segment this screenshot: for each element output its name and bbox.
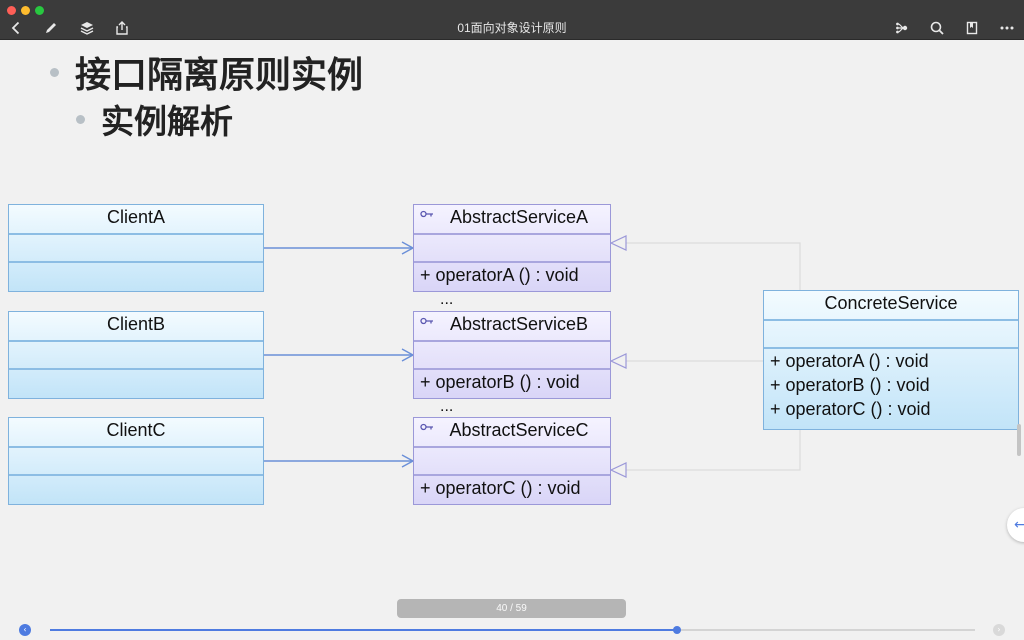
class-name: AbstractServiceC	[449, 420, 589, 440]
document-title: 01面向对象设计原则	[457, 21, 567, 35]
progress-thumb[interactable]	[673, 626, 682, 634]
bookmark-icon[interactable]	[962, 19, 982, 37]
share-icon[interactable]	[112, 19, 132, 37]
attributes-compartment	[9, 233, 263, 235]
uml-interface-abstract-service-b[interactable]: AbstractServiceB + operatorB () : void	[413, 311, 611, 399]
class-name: ClientC	[106, 420, 166, 440]
class-name: AbstractServiceA	[449, 207, 589, 227]
ellipsis: ...	[440, 291, 454, 308]
app-window: 01面向对象设计原则 接口隔离原则实例 实例解析 ClientA ClientB…	[0, 0, 1024, 640]
previous-slide-button[interactable]: ‹	[19, 624, 31, 636]
close-window-button[interactable]	[7, 6, 16, 15]
class-name: ClientA	[106, 207, 166, 227]
uml-class-client-a[interactable]: ClientA	[8, 204, 264, 292]
realization-arrow-c	[609, 462, 627, 478]
realization-arrow-b	[609, 353, 627, 369]
mindmap-icon[interactable]	[892, 19, 912, 37]
operation: + operatorA () : void	[770, 351, 929, 371]
title-bar: 01面向对象设计原则	[0, 0, 1024, 40]
operations-compartment	[9, 368, 263, 370]
pencil-icon[interactable]	[41, 19, 61, 37]
attributes-compartment	[764, 319, 1018, 321]
uml-class-concrete-service[interactable]: ConcreteService + operatorA () : void + …	[763, 290, 1019, 430]
progress-track[interactable]	[50, 626, 975, 634]
attributes-compartment	[9, 446, 263, 448]
layers-icon[interactable]	[77, 19, 97, 37]
operation: + operatorA () : void	[420, 265, 579, 285]
operations-compartment	[764, 347, 1018, 349]
operations-compartment	[9, 261, 263, 263]
maximize-window-button[interactable]	[35, 6, 44, 15]
class-name: AbstractServiceB	[449, 314, 589, 334]
operations-compartment	[414, 368, 610, 370]
class-name: ClientB	[106, 314, 166, 334]
more-icon[interactable]	[997, 19, 1017, 37]
attributes-compartment	[9, 340, 263, 342]
uml-interface-abstract-service-c[interactable]: AbstractServiceC + operatorC () : void	[413, 417, 611, 505]
operation: + operatorB () : void	[770, 375, 930, 395]
page-indicator: 40 / 59	[397, 599, 626, 618]
class-name: ConcreteService	[824, 293, 958, 313]
operation: + operatorB () : void	[420, 372, 580, 392]
operations-compartment	[414, 261, 610, 263]
attributes-compartment	[414, 446, 610, 448]
slide-progress-bar: ‹ ›	[0, 618, 1024, 640]
next-slide-button[interactable]: ›	[993, 624, 1005, 636]
progress-fill	[50, 629, 678, 631]
minimize-window-button[interactable]	[21, 6, 30, 15]
uml-class-client-c[interactable]: ClientC	[8, 417, 264, 505]
operation: + operatorC () : void	[770, 399, 931, 419]
scrollbar-thumb[interactable]	[1017, 424, 1021, 456]
search-icon[interactable]	[927, 19, 947, 37]
realization-arrow-a	[609, 235, 627, 251]
uml-class-client-b[interactable]: ClientB	[8, 311, 264, 399]
ellipsis: ...	[440, 398, 454, 415]
slide-canvas: 接口隔离原则实例 实例解析 ClientA ClientB ClientC Ab…	[0, 40, 1024, 600]
operations-compartment	[414, 474, 610, 476]
operations-compartment	[9, 474, 263, 476]
attributes-compartment	[414, 340, 610, 342]
attributes-compartment	[414, 233, 610, 235]
uml-interface-abstract-service-a[interactable]: AbstractServiceA + operatorA () : void	[413, 204, 611, 292]
operation: + operatorC () : void	[420, 478, 581, 498]
back-icon[interactable]	[6, 19, 26, 37]
